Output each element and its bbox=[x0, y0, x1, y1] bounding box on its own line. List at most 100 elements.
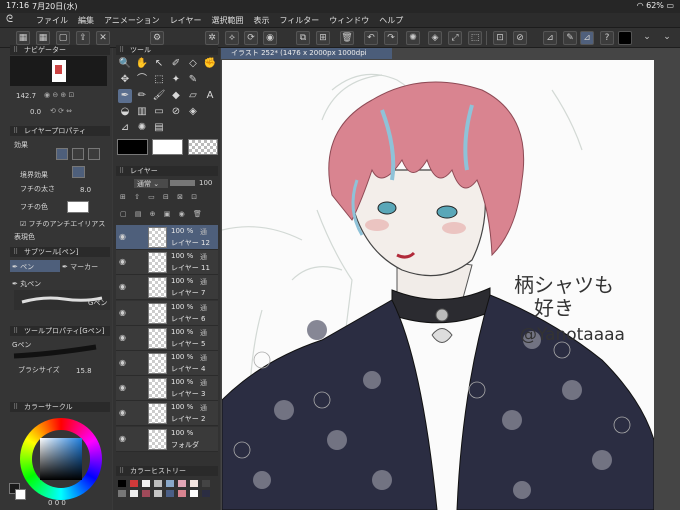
eye-icon[interactable]: ◉ bbox=[119, 358, 126, 367]
zoom-controls[interactable]: ◉ ⊖ ⊕ ⊡ bbox=[44, 91, 74, 99]
tool-panel-header[interactable]: ⠿ ツール bbox=[116, 45, 218, 55]
operation-tool-icon[interactable]: ↖ bbox=[152, 57, 166, 71]
rotate-icon[interactable]: ⟳ bbox=[244, 31, 258, 45]
ruler-pen-icon[interactable]: ✎ bbox=[563, 31, 577, 45]
eye-icon[interactable]: ◉ bbox=[119, 257, 126, 266]
drag-handle-icon[interactable]: ⠿ bbox=[119, 166, 124, 176]
lasso-icon[interactable]: ⌒ bbox=[135, 73, 149, 87]
effect-toggle-button[interactable] bbox=[56, 148, 68, 160]
drag-handle-icon[interactable]: ⠿ bbox=[13, 326, 18, 336]
help-icon[interactable]: ? bbox=[600, 31, 614, 45]
chevron-down-icon[interactable]: ⌄ bbox=[640, 31, 654, 45]
layer-row[interactable]: ◉ 100 % 通レイヤー 11 bbox=[116, 250, 218, 276]
expand-icon[interactable]: ⬚ bbox=[468, 31, 482, 45]
effect-toggle-button[interactable] bbox=[88, 148, 100, 160]
color-history-swatch[interactable] bbox=[202, 490, 210, 497]
color-history-swatch[interactable] bbox=[118, 480, 126, 487]
edge-color-swatch[interactable] bbox=[67, 201, 89, 213]
figure-tool-icon[interactable]: ▭ bbox=[152, 105, 166, 119]
sub-tool-round-pen[interactable]: ✒ 丸ペン bbox=[12, 279, 41, 289]
brush-tool-icon[interactable]: 🖌 bbox=[152, 89, 166, 103]
drag-handle-icon[interactable]: ⠿ bbox=[13, 402, 18, 412]
color-history-swatch[interactable] bbox=[142, 490, 150, 497]
color-history-swatch[interactable] bbox=[166, 480, 174, 487]
layer-row[interactable]: ◉ 100 % 通レイヤー 2 bbox=[116, 401, 218, 427]
ruler-tool-icon[interactable]: ⊿ bbox=[118, 121, 132, 135]
main-color-swatch[interactable] bbox=[618, 31, 632, 45]
chevron-down-icon[interactable]: ⌄ bbox=[660, 31, 674, 45]
layer-row[interactable]: ◉ 100 % 通レイヤー 4 bbox=[116, 351, 218, 376]
color-circle-header[interactable]: ⠿ カラーサークル bbox=[10, 402, 110, 412]
menu-filter[interactable]: フィルター bbox=[279, 15, 319, 26]
transparent-color[interactable] bbox=[188, 139, 218, 155]
transform-icon[interactable]: ⟡ bbox=[225, 31, 239, 45]
clip-studio-logo-icon[interactable]: ᘓ bbox=[6, 14, 13, 25]
color-history-swatch[interactable] bbox=[142, 480, 150, 487]
layer-row[interactable]: ◉ 100 % 通レイヤー 12 bbox=[116, 225, 218, 250]
edge-antialias-checkbox[interactable]: ☑ フチのアンチエイリアス bbox=[20, 219, 105, 229]
color-wheel[interactable] bbox=[20, 418, 102, 500]
menu-selection[interactable]: 選択範囲 bbox=[211, 15, 243, 26]
fill-icon[interactable]: ◈ bbox=[428, 31, 442, 45]
eye-icon[interactable]: ◉ bbox=[119, 308, 126, 317]
share-icon[interactable]: ⇪ bbox=[76, 31, 90, 45]
eye-icon[interactable]: ◉ bbox=[119, 232, 126, 241]
color-history-header[interactable]: ⠿ カラーヒストリー bbox=[116, 466, 218, 476]
balloon-tool-icon[interactable]: ▤ bbox=[152, 121, 166, 135]
select-tool-icon[interactable]: ◇ bbox=[186, 57, 200, 71]
hand-tool-icon[interactable]: ✋ bbox=[135, 57, 149, 71]
layer-row[interactable]: ◉ 100 % 通レイヤー 6 bbox=[116, 300, 218, 326]
navigator-zoom-value[interactable]: 142.7 bbox=[16, 92, 36, 100]
navigator-header[interactable]: ⠿ ナビゲーター bbox=[10, 45, 110, 55]
eraser-tool-icon[interactable]: ▱ bbox=[186, 89, 200, 103]
sub-drawing-color[interactable] bbox=[152, 139, 183, 155]
navigator-angle-value[interactable]: 0.0 bbox=[30, 108, 41, 116]
color-history-swatch[interactable] bbox=[130, 490, 138, 497]
loading-icon[interactable]: ✺ bbox=[406, 31, 420, 45]
color-history-swatch[interactable] bbox=[154, 490, 162, 497]
color-history-swatch[interactable] bbox=[190, 490, 198, 497]
menu-layer[interactable]: レイヤー bbox=[170, 15, 202, 26]
navigator-thumbnail[interactable] bbox=[10, 56, 107, 86]
drag-handle-icon[interactable]: ⠿ bbox=[13, 247, 18, 257]
selection-icon[interactable]: ⊡ bbox=[493, 31, 507, 45]
drawing-paper[interactable]: 柄シャツも 好き @Yanotaaaa bbox=[222, 60, 654, 510]
saturation-value-square[interactable] bbox=[40, 438, 82, 480]
opacity-value[interactable]: 100 bbox=[199, 179, 212, 187]
layer-tool-row-1[interactable]: ⊞ ⇧ ▭ ⊟ ⊠ ⊡ bbox=[120, 193, 200, 201]
color-history-swatch[interactable] bbox=[154, 480, 162, 487]
color-history-swatch[interactable] bbox=[178, 490, 186, 497]
rotate-controls[interactable]: ⟲ ⟳ ⇔ bbox=[50, 107, 72, 115]
menu-edit[interactable]: 編集 bbox=[78, 15, 94, 26]
eyedropper-icon[interactable]: ✐ bbox=[169, 57, 183, 71]
eye-icon[interactable]: ◉ bbox=[119, 282, 126, 291]
color-history-swatch[interactable] bbox=[178, 480, 186, 487]
main-drawing-color[interactable] bbox=[117, 139, 148, 155]
pencil-tool-icon[interactable]: ✏ bbox=[135, 89, 149, 103]
undo-icon[interactable]: ↶ bbox=[364, 31, 378, 45]
paste-icon[interactable]: ⊞ bbox=[316, 31, 330, 45]
gear-icon[interactable]: ✲ bbox=[205, 31, 219, 45]
brush-size-value[interactable]: 15.8 bbox=[76, 367, 92, 375]
settings-icon[interactable]: ⚙ bbox=[150, 31, 164, 45]
edge-width-value[interactable]: 8.0 bbox=[80, 186, 91, 194]
layer-icon[interactable]: ⧉ bbox=[296, 31, 310, 45]
menu-help[interactable]: ヘルプ bbox=[379, 15, 403, 26]
layer-row[interactable]: ◉ 100 % 通レイヤー 5 bbox=[116, 325, 218, 351]
zoom-tool-icon[interactable]: 🔍 bbox=[118, 57, 132, 71]
fit-screen-icon[interactable]: ⤢ bbox=[448, 31, 462, 45]
color-value-readout[interactable]: 0 0 0 bbox=[48, 499, 66, 507]
pan-tool-icon[interactable]: ✊ bbox=[203, 57, 217, 71]
document-tab[interactable]: イラスト 252* (1476 x 2000px 1000dpi 142.7%) bbox=[221, 48, 392, 68]
gradient-tool-icon[interactable]: ▥ bbox=[135, 105, 149, 119]
new-file-icon[interactable]: ▢ bbox=[56, 31, 70, 45]
color-history-swatch[interactable] bbox=[130, 480, 138, 487]
close-icon[interactable]: ✕ bbox=[96, 31, 110, 45]
grid-icon[interactable]: ▦ bbox=[36, 31, 50, 45]
blend-mode-select[interactable]: 通常 ⌄ bbox=[134, 179, 168, 188]
decoration-tool-icon[interactable]: ✺ bbox=[135, 121, 149, 135]
marquee-icon[interactable]: ⬚ bbox=[152, 73, 166, 87]
eye-icon[interactable]: ◉ bbox=[119, 434, 126, 443]
grid-icon[interactable]: ▦ bbox=[16, 31, 30, 45]
border-effect-toggle[interactable] bbox=[72, 166, 85, 178]
